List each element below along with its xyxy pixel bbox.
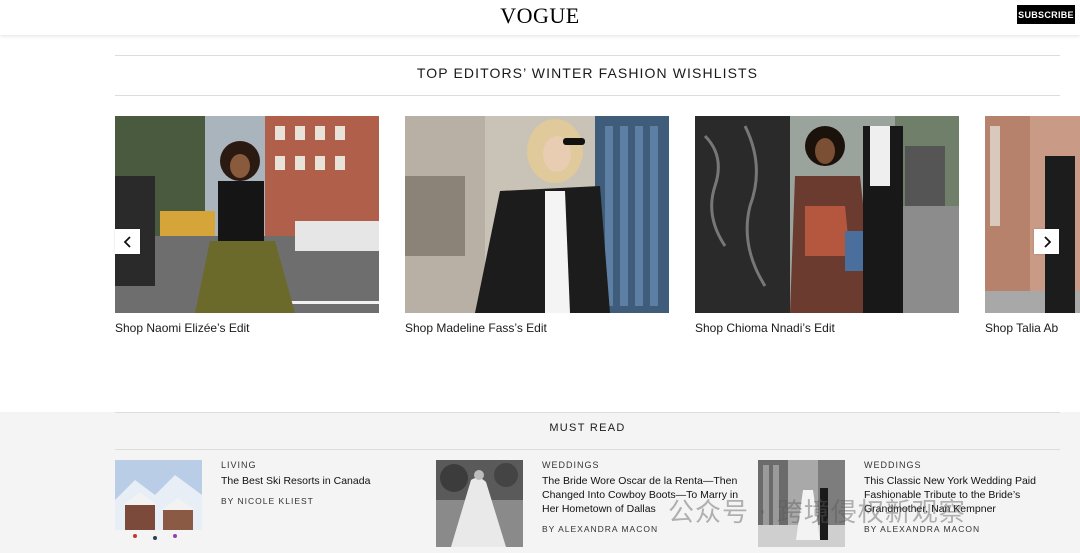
section-divider-bottom xyxy=(115,95,1060,96)
chevron-left-icon xyxy=(123,235,131,248)
wishlist-card[interactable]: Shop Naomi Elizée’s Edit xyxy=(115,116,379,335)
article-headline[interactable]: The Best Ski Resorts in Canada xyxy=(221,474,421,488)
vogue-logo[interactable]: VOGUE xyxy=(0,3,1080,29)
chevron-right-icon xyxy=(1043,235,1051,248)
wishlist-carousel: Shop Naomi Elizée’s Edit Shop Madeline F… xyxy=(0,116,1080,346)
wishlist-card[interactable]: Shop Chioma Nnadi’s Edit xyxy=(695,116,959,335)
card-photo[interactable] xyxy=(985,116,1080,313)
article-category[interactable]: LIVING xyxy=(221,460,421,470)
subscribe-button[interactable]: SUBSCRIBE xyxy=(1017,5,1075,24)
carousel-prev-button[interactable] xyxy=(115,229,140,254)
wishlist-card[interactable]: Shop Talia Ab xyxy=(985,116,1080,335)
article-thumbnail[interactable] xyxy=(436,460,523,547)
must-read-divider-top xyxy=(115,412,1060,413)
must-read-title: MUST READ xyxy=(549,422,626,434)
site-header: VOGUE SUBSCRIBE xyxy=(0,0,1080,35)
article-category[interactable]: WEDDINGS xyxy=(542,460,742,470)
must-read-divider xyxy=(115,449,1060,450)
article-byline: BY NICOLE KLIEST xyxy=(221,496,314,506)
article-category[interactable]: WEDDINGS xyxy=(864,460,1064,470)
card-caption[interactable]: Shop Naomi Elizée’s Edit xyxy=(115,321,379,335)
card-photo[interactable] xyxy=(405,116,669,313)
wishlist-card[interactable]: Shop Madeline Fass’s Edit xyxy=(405,116,669,335)
watermark-text: 公众号 · 跨境侵权新观察 xyxy=(668,498,966,528)
must-read-section: MUST READ LIVING The Best Ski Resorts in… xyxy=(0,412,1080,553)
section-divider-top xyxy=(115,55,1060,56)
wishlists-title: TOP EDITORS’ WINTER FASHION WISHLISTS xyxy=(416,65,759,81)
card-caption[interactable]: Shop Chioma Nnadi’s Edit xyxy=(695,321,959,335)
card-photo[interactable] xyxy=(115,116,379,313)
card-caption[interactable]: Shop Madeline Fass’s Edit xyxy=(405,321,669,335)
card-photo[interactable] xyxy=(695,116,959,313)
card-caption[interactable]: Shop Talia Ab xyxy=(985,321,1080,335)
article-thumbnail[interactable] xyxy=(115,460,202,547)
carousel-next-button[interactable] xyxy=(1034,229,1059,254)
